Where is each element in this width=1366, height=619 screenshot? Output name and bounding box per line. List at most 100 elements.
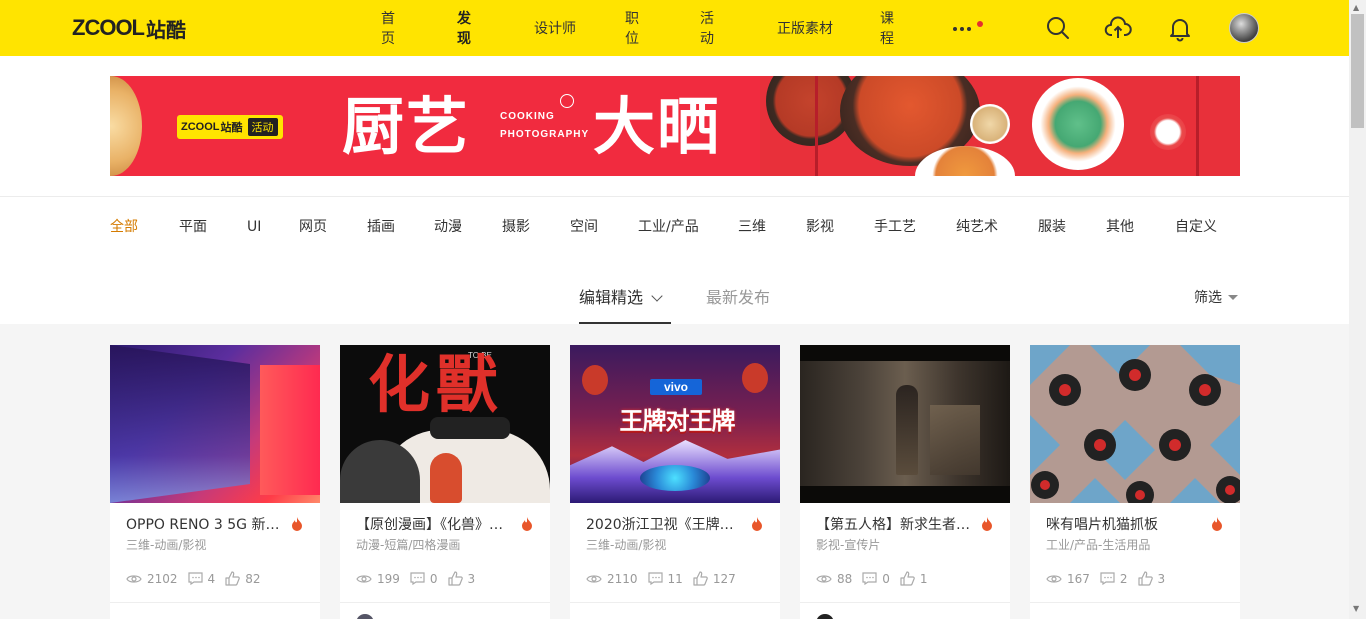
tab-featured-label: 编辑精选 <box>579 288 644 307</box>
search-icon[interactable] <box>1044 14 1072 42</box>
category-industrial[interactable]: 工业/产品 <box>638 216 699 238</box>
category-all[interactable]: 全部 <box>110 216 138 238</box>
view-count: 88 <box>837 571 853 586</box>
category-film[interactable]: 影视 <box>806 216 834 238</box>
category-graphic[interactable]: 平面 <box>179 216 207 238</box>
film-architecture <box>930 405 980 475</box>
logo-latin: ZCOOL <box>72 15 145 40</box>
user-avatar[interactable] <box>1229 13 1259 43</box>
scroll-up-arrow-icon[interactable]: ▲ <box>1353 3 1359 12</box>
page: ZCOOL 站酷 首页 发现 设计师 职位 活动 正版素材 课程 ZCOOL 站… <box>0 0 1366 619</box>
category-custom[interactable]: 自定义 <box>1175 216 1217 238</box>
category-space[interactable]: 空间 <box>570 216 598 238</box>
record-pattern <box>1030 345 1240 503</box>
work-title[interactable]: OPPO RENO 3 5G 新品发布会 <box>126 514 286 534</box>
bell-icon[interactable] <box>1166 14 1194 42</box>
work-thumbnail[interactable]: TO BE 化獸 <box>340 345 550 503</box>
comment-count: 0 <box>882 571 890 586</box>
nav-item-discover[interactable]: 发现 <box>457 8 471 48</box>
work-card[interactable]: OPPO RENO 3 5G 新品发布会 三维-动画/影视 2102 4 82 <box>110 345 320 619</box>
work-thumbnail[interactable] <box>110 345 320 503</box>
divider <box>1030 602 1240 603</box>
comment-count: 11 <box>667 571 683 586</box>
work-title[interactable]: 咪有唱片机猫抓板 <box>1046 514 1206 534</box>
promo-banner[interactable]: ZCOOL 站酷 活动 厨艺 COOKING PHOTOGRAPHY 大晒 <box>110 76 1240 176</box>
work-title[interactable]: 【原创漫画】《化兽》短篇漫画 <box>356 514 516 534</box>
badge-logo: ZCOOL <box>181 121 220 133</box>
eye-icon <box>586 574 602 583</box>
sponsor-logo: vivo <box>650 379 702 395</box>
thumbs-up-icon <box>1137 571 1153 586</box>
work-stats: 199 0 3 <box>356 571 485 586</box>
abstract-shape <box>110 345 250 503</box>
work-category: 动漫-短篇/四格漫画 <box>356 538 461 552</box>
category-3d[interactable]: 三维 <box>738 216 766 238</box>
comment-icon <box>647 572 663 585</box>
upload-cloud-icon[interactable] <box>1104 14 1132 42</box>
category-fine-art[interactable]: 纯艺术 <box>956 216 998 238</box>
plate-illustration <box>1150 114 1186 150</box>
work-category: 工业/产品-生活用品 <box>1046 538 1151 552</box>
comment-icon <box>862 572 877 585</box>
hot-fire-icon <box>1212 517 1222 531</box>
hot-fire-icon <box>752 517 762 531</box>
nav-item-home[interactable]: 首页 <box>381 8 395 48</box>
tab-featured[interactable]: 编辑精选 <box>579 284 663 308</box>
work-card[interactable]: TO BE 化獸 【原创漫画】《化兽》短篇漫画 动漫-短篇/四格漫画 199 0… <box>340 345 550 619</box>
tab-latest[interactable]: 最新发布 <box>706 284 770 308</box>
nav-item-courses[interactable]: 课程 <box>880 8 894 48</box>
comment-icon <box>1100 572 1115 585</box>
work-card[interactable]: 咪有唱片机猫抓板 工业/产品-生活用品 167 2 3 <box>1030 345 1240 619</box>
work-title[interactable]: 【第五人格】新求生者宣传片 <box>816 514 976 534</box>
thumbs-up-icon <box>225 571 240 586</box>
category-ui[interactable]: UI <box>247 216 261 238</box>
badge-tag: 活动 <box>247 118 278 136</box>
lightning-icon <box>560 94 574 108</box>
nav-item-events[interactable]: 活动 <box>700 8 714 48</box>
comment-count: 2 <box>1119 571 1128 586</box>
nav-item-jobs[interactable]: 职位 <box>625 8 639 48</box>
dot-icon <box>967 27 971 31</box>
category-photography[interactable]: 摄影 <box>502 216 530 238</box>
work-thumbnail[interactable]: vivo 王牌对王牌 <box>570 345 780 503</box>
like-count: 3 <box>467 571 476 586</box>
work-thumbnail[interactable] <box>1030 345 1240 503</box>
comment-icon <box>410 572 425 585</box>
page-scrollbar[interactable]: ▲ ▼ <box>1349 0 1366 619</box>
zcool-logo[interactable]: ZCOOL 站酷 <box>72 14 186 42</box>
thumbs-up-icon <box>693 571 708 586</box>
category-illustration[interactable]: 插画 <box>367 216 395 238</box>
category-fashion[interactable]: 服装 <box>1038 216 1066 238</box>
category-animation[interactable]: 动漫 <box>434 216 462 238</box>
category-web[interactable]: 网页 <box>299 216 327 238</box>
like-count: 127 <box>712 571 736 586</box>
eye-icon <box>816 574 832 583</box>
lantern <box>742 363 768 393</box>
author-avatar[interactable] <box>816 614 834 619</box>
hot-fire-icon <box>982 517 992 531</box>
author-avatar[interactable] <box>356 614 374 619</box>
work-thumbnail[interactable] <box>800 345 1010 503</box>
hot-fire-icon <box>292 517 302 531</box>
category-other[interactable]: 其他 <box>1106 216 1134 238</box>
work-stats: 167 2 3 <box>1046 571 1175 586</box>
category-crafts[interactable]: 手工艺 <box>874 216 916 238</box>
banner-title-left: 厨艺 <box>342 90 471 163</box>
scrollbar-thumb[interactable] <box>1351 14 1364 128</box>
notification-dot <box>977 21 983 27</box>
work-card[interactable]: 【第五人格】新求生者宣传片 影视-宣传片 88 0 1 <box>800 345 1010 619</box>
work-card[interactable]: vivo 王牌对王牌 2020浙江卫视《王牌对王牌》 三维-动画/影视 2110… <box>570 345 780 619</box>
caret-down-icon <box>1228 295 1238 300</box>
work-title[interactable]: 2020浙江卫视《王牌对王牌》 <box>586 514 746 534</box>
nav-item-designers[interactable]: 设计师 <box>534 18 576 38</box>
filter-dropdown[interactable]: 筛选 <box>1194 287 1238 307</box>
comment-count: 4 <box>207 571 216 586</box>
banner-divider <box>1196 76 1199 176</box>
view-count: 2110 <box>607 571 638 586</box>
small-bowl-illustration <box>970 104 1010 144</box>
scroll-down-arrow-icon[interactable]: ▼ <box>1353 604 1359 613</box>
nav-item-stock[interactable]: 正版素材 <box>777 18 833 38</box>
more-menu-button[interactable] <box>953 18 983 38</box>
lantern <box>582 365 608 395</box>
stage-platform <box>640 465 710 491</box>
